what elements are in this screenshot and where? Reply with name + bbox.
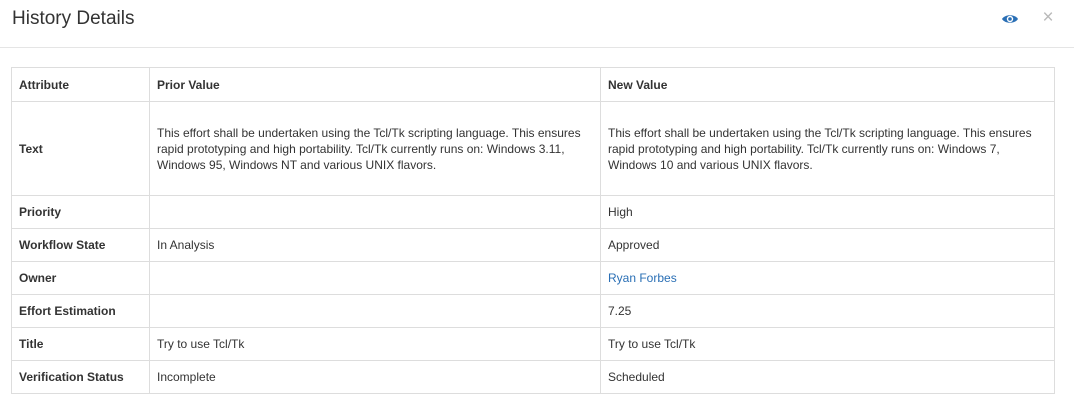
attribute-cell: Priority (11, 195, 150, 229)
column-header-attribute: Attribute (11, 67, 150, 102)
attribute-cell: Title (11, 327, 150, 361)
history-table: Attribute Prior Value New Value Text Thi… (11, 67, 1055, 394)
attribute-cell: Text (11, 101, 150, 196)
history-details-dialog: History Details × Attribute Prior Value … (0, 0, 1074, 394)
history-table-container: Attribute Prior Value New Value Text Thi… (11, 67, 1055, 394)
prior-value-cell: Try to use Tcl/Tk (149, 327, 601, 361)
new-value-cell: Try to use Tcl/Tk (600, 327, 1055, 361)
new-value-cell: Scheduled (600, 360, 1055, 394)
table-row: Text This effort shall be undertaken usi… (11, 101, 1055, 196)
attribute-cell: Workflow State (11, 228, 150, 262)
new-value-cell: Approved (600, 228, 1055, 262)
prior-value-cell: In Analysis (149, 228, 601, 262)
table-header-row: Attribute Prior Value New Value (11, 67, 1055, 102)
column-header-prior-value: Prior Value (149, 67, 601, 102)
table-row: Title Try to use Tcl/Tk Try to use Tcl/T… (11, 327, 1055, 361)
attribute-cell: Effort Estimation (11, 294, 150, 328)
table-row: Verification Status Incomplete Scheduled (11, 360, 1055, 394)
dialog-header: History Details × (0, 0, 1074, 48)
table-row: Owner Ryan Forbes (11, 261, 1055, 295)
new-value-cell: High (600, 195, 1055, 229)
prior-value-cell (149, 294, 601, 328)
prior-value-cell (149, 195, 601, 229)
prior-value-cell (149, 261, 601, 295)
dialog-title: History Details (12, 8, 135, 29)
attribute-cell: Verification Status (11, 360, 150, 394)
prior-value-cell: Incomplete (149, 360, 601, 394)
column-header-new-value: New Value (600, 67, 1055, 102)
prior-value-cell: This effort shall be undertaken using th… (149, 101, 601, 196)
eye-icon[interactable] (1001, 11, 1019, 27)
new-value-cell: This effort shall be undertaken using th… (600, 101, 1055, 196)
new-value-cell: Ryan Forbes (600, 261, 1055, 295)
table-row: Workflow State In Analysis Approved (11, 228, 1055, 262)
new-value-cell: 7.25 (600, 294, 1055, 328)
table-row: Priority High (11, 195, 1055, 229)
close-icon[interactable]: × (1040, 8, 1056, 28)
table-row: Effort Estimation 7.25 (11, 294, 1055, 328)
owner-link[interactable]: Ryan Forbes (608, 271, 677, 285)
attribute-cell: Owner (11, 261, 150, 295)
